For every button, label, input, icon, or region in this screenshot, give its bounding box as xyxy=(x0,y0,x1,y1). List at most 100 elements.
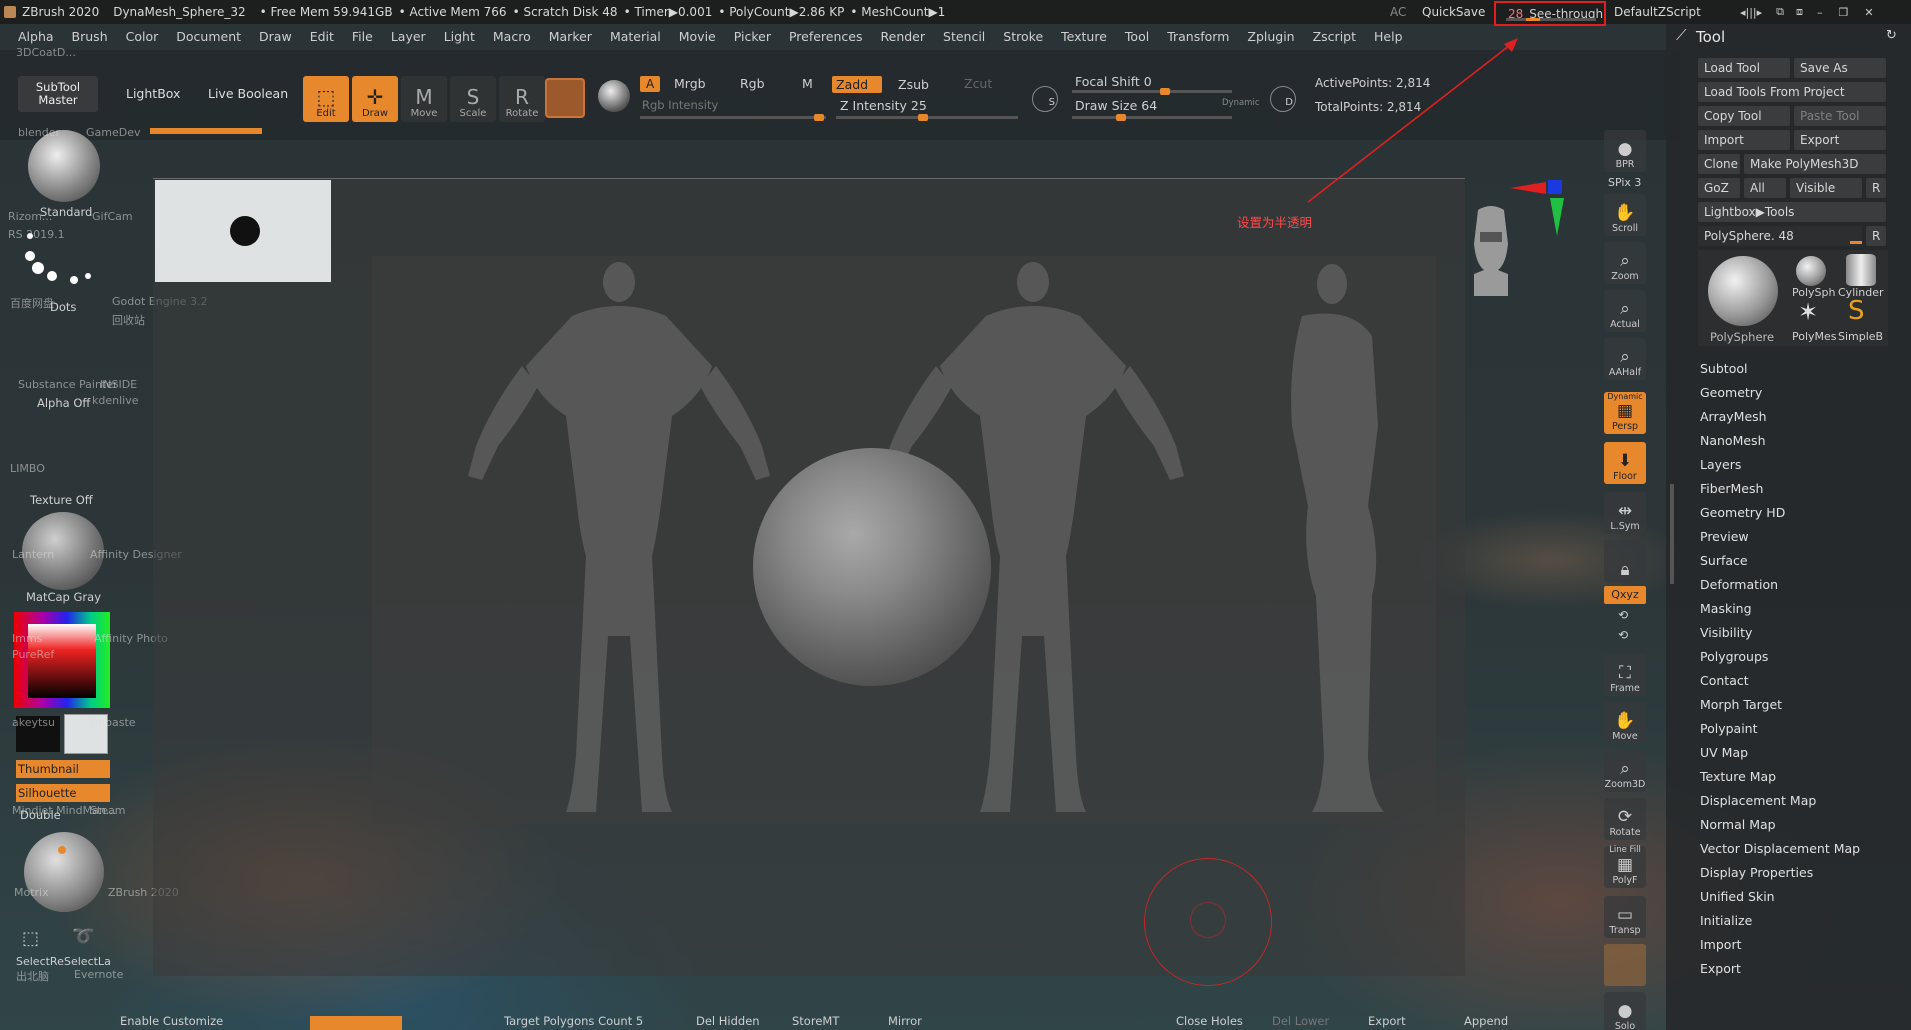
texture-off-label[interactable]: Texture Off xyxy=(30,493,93,507)
palette-section-nanomesh[interactable]: NanoMesh xyxy=(1700,433,1766,448)
aahalf-button[interactable]: ⌕ AAHalf xyxy=(1604,338,1646,380)
draw-size-track[interactable] xyxy=(1072,114,1232,121)
palette-section-surface[interactable]: Surface xyxy=(1700,553,1748,568)
draw-button[interactable]: ✛ Draw xyxy=(352,76,398,122)
polysph-thumb[interactable] xyxy=(1796,256,1826,286)
palette-section-masking[interactable]: Masking xyxy=(1700,601,1752,616)
palette-section-layers[interactable]: Layers xyxy=(1700,457,1741,472)
layout-icon[interactable]: ⧉ xyxy=(1776,5,1784,19)
menu-item-preferences[interactable]: Preferences xyxy=(789,29,863,44)
scroll-button[interactable]: ✋ Scroll xyxy=(1604,194,1646,236)
thumbnail-toggle[interactable]: Thumbnail xyxy=(16,760,110,778)
transp-button[interactable]: ▭ Transp xyxy=(1604,896,1646,938)
brush-mode-icon[interactable] xyxy=(598,80,630,112)
zcut-toggle[interactable]: Zcut xyxy=(964,76,992,91)
dynamic-brush-icon[interactable]: D xyxy=(1270,86,1296,112)
palette-section-normal-map[interactable]: Normal Map xyxy=(1700,817,1776,832)
menu-item-picker[interactable]: Picker xyxy=(734,29,771,44)
polysphere-mesh[interactable] xyxy=(753,448,991,686)
live-boolean-button[interactable]: Live Boolean xyxy=(208,80,288,108)
save-as-button[interactable]: Save As xyxy=(1794,58,1886,78)
polymesh-star-icon[interactable]: ✶ xyxy=(1798,300,1818,324)
actual-button[interactable]: ⌕ Actual xyxy=(1604,290,1646,332)
palette-section-polypaint[interactable]: Polypaint xyxy=(1700,721,1758,736)
palette-section-initialize[interactable]: Initialize xyxy=(1700,913,1752,928)
palette-section-visibility[interactable]: Visibility xyxy=(1700,625,1752,640)
cylinder-thumb[interactable] xyxy=(1846,254,1876,286)
focal-shift-track[interactable] xyxy=(1072,88,1232,95)
palette-section-import[interactable]: Import xyxy=(1700,937,1742,952)
move-button[interactable]: M Move xyxy=(401,76,447,122)
rotate-z-icon[interactable]: ⟲ xyxy=(1618,628,1628,642)
m-toggle[interactable]: M xyxy=(802,76,813,91)
goz-visible-button[interactable]: Visible xyxy=(1790,178,1862,198)
palette-scrollbar[interactable] xyxy=(1670,484,1674,584)
load-tools-from-project-button[interactable]: Load Tools From Project xyxy=(1698,82,1886,102)
see-through-knob[interactable] xyxy=(1526,18,1540,21)
menu-item-material[interactable]: Material xyxy=(610,29,661,44)
append-button[interactable]: Append xyxy=(1464,1014,1508,1028)
alpha-off-label[interactable]: Alpha Off xyxy=(37,396,90,410)
palette-section-geometry-hd[interactable]: Geometry HD xyxy=(1700,505,1785,520)
rotate-y-icon[interactable]: ⟲ xyxy=(1618,608,1628,622)
bottom-orange-button[interactable] xyxy=(310,1016,402,1030)
menu-item-brush[interactable]: Brush xyxy=(72,29,108,44)
copy-tool-button[interactable]: Copy Tool xyxy=(1698,106,1790,126)
persp-button[interactable]: Dynamic ▦ Persp xyxy=(1604,392,1646,434)
menu-item-document[interactable]: Document xyxy=(176,29,241,44)
menu-item-draw[interactable]: Draw xyxy=(259,29,292,44)
rotate-button[interactable]: R Rotate xyxy=(499,76,545,122)
zsub-toggle[interactable]: Zsub xyxy=(898,77,929,92)
palette-section-preview[interactable]: Preview xyxy=(1700,529,1749,544)
rgb-intensity-knob[interactable] xyxy=(814,114,824,121)
preview-sphere-thumb[interactable] xyxy=(24,832,104,912)
mirror-button[interactable]: Mirror xyxy=(888,1014,922,1028)
draw-size-slider[interactable]: Draw Size 64 xyxy=(1075,98,1157,113)
palette-section-vector-displacement-map[interactable]: Vector Displacement Map xyxy=(1700,841,1860,856)
bottom-export-button[interactable]: Export xyxy=(1368,1014,1406,1028)
zoom-button[interactable]: ⌕ Zoom xyxy=(1604,242,1646,284)
zadd-toggle[interactable]: Zadd xyxy=(832,76,883,93)
xyz-rotate-button[interactable]: Qxyz xyxy=(1604,586,1646,604)
palette-section-polygroups[interactable]: Polygroups xyxy=(1700,649,1768,664)
palette-section-subtool[interactable]: Subtool xyxy=(1700,361,1747,376)
z-intensity-track[interactable] xyxy=(836,114,1018,121)
layout-2-icon[interactable]: ⧈ xyxy=(1796,5,1803,19)
palette-section-uv-map[interactable]: UV Map xyxy=(1700,745,1748,760)
storemt-button[interactable]: StoreMT xyxy=(792,1014,839,1028)
enable-customize-button[interactable]: Enable Customize xyxy=(120,1014,223,1028)
edit-button[interactable]: ⬚ Edit xyxy=(303,76,349,122)
palette-section-arraymesh[interactable]: ArrayMesh xyxy=(1700,409,1767,424)
menu-item-edit[interactable]: Edit xyxy=(310,29,334,44)
goz-button[interactable]: GoZ xyxy=(1698,178,1740,198)
silhouette-toggle[interactable]: Silhouette xyxy=(16,784,110,802)
lightbox-tools-button[interactable]: Lightbox▶Tools xyxy=(1698,202,1886,222)
lsym-button[interactable]: ⇹ L.Sym xyxy=(1604,492,1646,534)
goz-r-button[interactable]: R xyxy=(1866,178,1886,198)
lock-button[interactable]: 🔒︎ xyxy=(1604,540,1646,582)
minimize-icon[interactable]: – xyxy=(1817,6,1823,19)
focal-shift-slider[interactable]: Focal Shift 0 xyxy=(1075,74,1152,89)
del-lower-button[interactable]: Del Lower xyxy=(1272,1014,1329,1028)
see-through-slider[interactable]: 28 See-through xyxy=(1494,1,1606,26)
standard-brush-thumb[interactable] xyxy=(28,130,100,202)
draw-size-knob[interactable] xyxy=(1116,114,1126,121)
menu-item-stroke[interactable]: Stroke xyxy=(1003,29,1043,44)
dots-stroke-thumb[interactable] xyxy=(24,232,104,298)
current-tool-knob[interactable] xyxy=(1850,241,1862,244)
paste-tool-button[interactable]: Paste Tool xyxy=(1794,106,1886,126)
clone-button[interactable]: Clone xyxy=(1698,154,1740,174)
spix-slider[interactable]: SPix 3 xyxy=(1608,176,1641,189)
menu-item-light[interactable]: Light xyxy=(444,29,475,44)
palette-section-morph-target[interactable]: Morph Target xyxy=(1700,697,1782,712)
menu-item-transform[interactable]: Transform xyxy=(1167,29,1229,44)
frame-button[interactable]: ⛶ Frame xyxy=(1604,654,1646,696)
palette-section-geometry[interactable]: Geometry xyxy=(1700,385,1762,400)
palette-section-contact[interactable]: Contact xyxy=(1700,673,1749,688)
ghost-button[interactable] xyxy=(1604,944,1646,986)
menu-item-alpha[interactable]: Alpha xyxy=(18,29,54,44)
menu-item-tool[interactable]: Tool xyxy=(1125,29,1149,44)
make-polymesh3d-button[interactable]: Make PolyMesh3D xyxy=(1744,154,1886,174)
z-intensity-knob[interactable] xyxy=(918,114,928,121)
rgb-intensity-slider[interactable]: Rgb Intensity xyxy=(642,98,718,112)
